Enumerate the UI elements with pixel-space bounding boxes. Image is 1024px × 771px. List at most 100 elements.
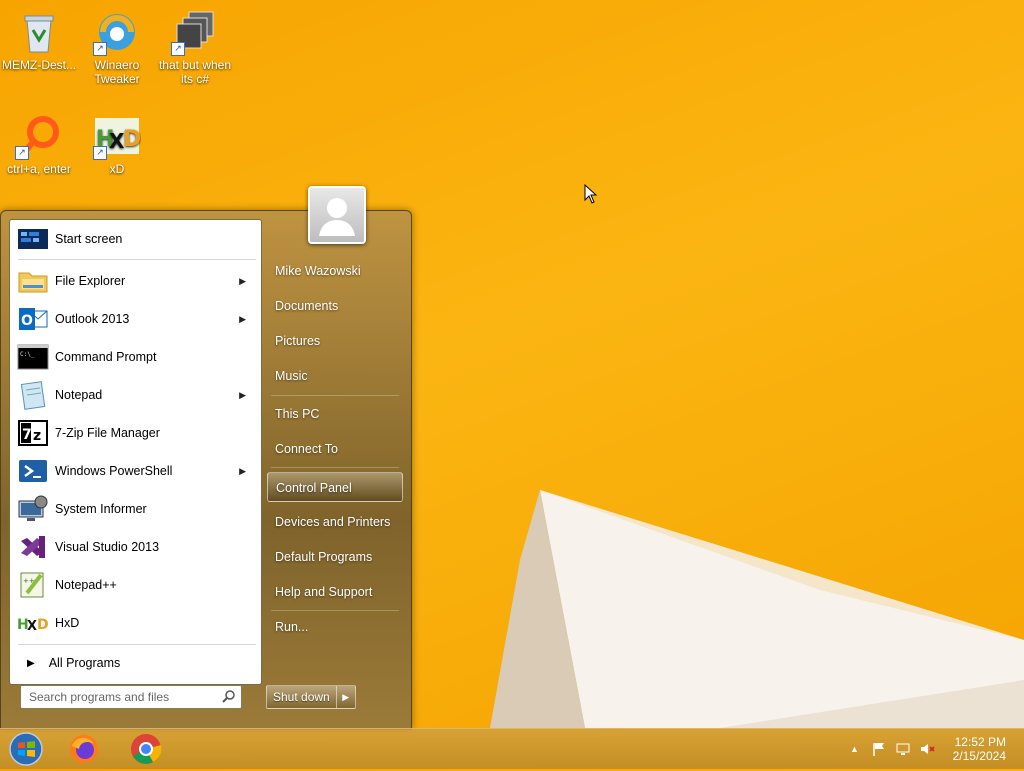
program-notepad[interactable]: Notepad ▶ [13,378,258,412]
desktop-icon-label: ctrl+a, enter [7,162,71,176]
desktop-icon-winaero[interactable]: ↗ Winaero Tweaker [78,8,156,86]
link-documents[interactable]: Documents [267,291,403,321]
network-icon[interactable] [895,741,911,757]
shutdown-button[interactable]: Shut down [267,686,337,708]
notepadpp-icon: ++ [20,572,44,598]
program-powershell[interactable]: Windows PowerShell ▶ [13,454,258,488]
program-outlook[interactable]: O Outlook 2013 ▶ [13,302,258,336]
submenu-arrow-icon: ▶ [239,389,246,400]
magnifier-icon: ↗ [15,112,63,160]
taskbar-clock[interactable]: 12:52 PM 2/15/2024 [934,735,1006,763]
svg-text:D: D [123,127,141,152]
powershell-icon [19,460,47,482]
program-system-informer[interactable]: System Informer [13,492,258,526]
program-label: Outlook 2013 [55,312,130,326]
clock-time: 12:52 PM [954,735,1006,749]
link-default-programs[interactable]: Default Programs [267,542,403,572]
link-pictures[interactable]: Pictures [267,326,403,356]
start-button[interactable] [6,732,46,766]
link-music[interactable]: Music [267,361,403,391]
all-programs-button[interactable]: ▶ All Programs [13,648,258,678]
shutdown-options-arrow-icon[interactable]: ▶ [337,686,355,708]
start-menu: Start screen File Explorer ▶ O Outlook 2… [0,210,412,730]
desktop-icon-label: that but when its c# [158,58,232,86]
search-icon [222,690,235,703]
program-label: File Explorer [55,274,126,288]
divider [271,467,399,468]
clock-date: 2/15/2024 [952,749,1006,763]
visual-studio-icon [21,536,45,558]
desktop-icon-label: Winaero Tweaker [94,58,140,86]
program-label: 7-Zip File Manager [55,426,160,440]
folder-icon [18,272,48,293]
svg-text:D: D [37,617,49,633]
recycle-bin-icon [15,8,63,56]
firefox-icon [70,735,98,763]
submenu-arrow-icon: ▶ [239,465,246,476]
user-avatar[interactable] [308,186,366,244]
desktop-icon-label: MEMZ-Dest... [2,58,76,72]
program-label: Visual Studio 2013 [55,540,160,554]
submenu-arrow-icon: ▶ [239,313,246,324]
desktop-icon-xd[interactable]: HXD ↗ xD [78,112,156,176]
program-label: HxD [55,616,80,630]
program-label: Notepad [55,388,103,402]
show-hidden-icons-icon[interactable]: ▲ [850,744,859,754]
svg-text:z: z [33,428,41,444]
search-placeholder: Search programs and files [29,690,170,704]
program-file-explorer[interactable]: File Explorer ▶ [13,264,258,298]
program-list: Start screen File Explorer ▶ O Outlook 2… [9,219,262,685]
link-control-panel[interactable]: Control Panel [267,472,403,502]
triangle-right-icon: ▶ [27,657,35,669]
taskbar-chrome[interactable] [126,732,166,766]
program-7zip[interactable]: 7z 7-Zip File Manager [13,416,258,450]
link-this-pc[interactable]: This PC [267,399,403,429]
program-label: Command Prompt [55,350,157,364]
desktop-icon-memz[interactable]: MEMZ-Dest... [0,8,78,72]
shortcut-arrow-icon: ↗ [171,42,185,56]
svg-text:++: ++ [23,577,35,585]
shortcut-arrow-icon: ↗ [93,42,107,56]
svg-text:7: 7 [22,427,32,443]
svg-text:C:\_: C:\_ [20,351,35,358]
desktop-icon-label: xD [109,162,125,176]
desktop-icon-ctrl-a[interactable]: ↗ ctrl+a, enter [0,112,78,176]
program-label: Start screen [55,232,123,246]
winaero-tweaker-icon: ↗ [93,8,141,56]
taskbar-firefox[interactable] [64,732,104,766]
link-run[interactable]: Run... [267,612,403,642]
system-informer-icon [18,495,48,521]
notepad-icon [20,381,46,410]
desktop-icon-csharp[interactable]: ↗ that but when its c# [156,8,234,86]
link-help-and-support[interactable]: Help and Support [267,577,403,607]
start-screen-icon [18,229,48,249]
outlook-icon: O [19,308,48,330]
divider [271,610,399,611]
divider [18,259,256,260]
all-programs-label: All Programs [48,656,121,670]
program-visual-studio[interactable]: Visual Studio 2013 [13,530,258,564]
user-icon [319,198,355,236]
svg-text:X: X [27,619,37,634]
shutdown-split-button: Shut down ▶ [266,685,356,709]
search-input[interactable]: Search programs and files [20,685,242,709]
hxd-icon: HX D [17,617,49,634]
program-hxd[interactable]: HXD HxD [13,606,258,640]
volume-muted-icon[interactable] [919,741,935,757]
action-center-flag-icon[interactable] [871,741,887,757]
mouse-cursor-icon [584,184,598,204]
shortcut-arrow-icon: ↗ [93,146,107,160]
shortcut-arrow-icon: ↗ [15,146,29,160]
start-orb-icon [9,732,43,766]
7zip-icon: 7z [18,420,48,446]
program-notepadpp[interactable]: ++ Notepad++ [13,568,258,602]
program-label: Notepad++ [55,578,117,592]
link-user-folder[interactable]: Mike Wazowski [267,256,403,286]
taskbar: ▲ 12:52 PM 2/15/2024 [0,728,1024,769]
link-devices-and-printers[interactable]: Devices and Printers [267,507,403,537]
link-connect-to[interactable]: Connect To [267,434,403,464]
program-label: System Informer [55,502,147,516]
program-command-prompt[interactable]: C:\_ Command Prompt [13,340,258,374]
chrome-icon [131,734,162,764]
program-start-screen[interactable]: Start screen [13,222,258,256]
